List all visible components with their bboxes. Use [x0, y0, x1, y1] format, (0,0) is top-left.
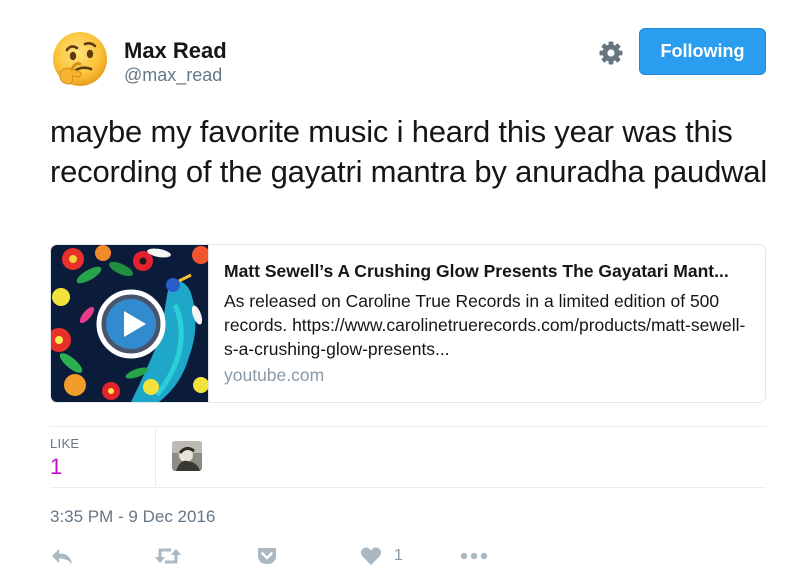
avatar[interactable] — [50, 29, 110, 89]
card-thumbnail[interactable] — [51, 245, 209, 402]
card-title[interactable]: Matt Sewell’s A Crushing Glow Presents T… — [224, 261, 754, 282]
card-domain: youtube.com — [224, 365, 325, 385]
user-handle[interactable]: @max_read — [124, 65, 222, 86]
reply-button[interactable] — [50, 543, 74, 569]
likes-count[interactable]: 1 — [50, 454, 62, 480]
liker-avatar[interactable] — [172, 441, 202, 471]
tweet-text: maybe my favorite music i heard this yea… — [50, 114, 768, 189]
pocket-icon — [256, 546, 278, 566]
retweet-button[interactable] — [154, 543, 182, 569]
following-button[interactable]: Following — [639, 28, 766, 75]
display-name[interactable]: Max Read — [124, 38, 227, 64]
gear-icon[interactable] — [598, 40, 624, 66]
more-icon — [460, 551, 488, 561]
divider — [50, 426, 766, 427]
link-card[interactable]: Matt Sewell’s A Crushing Glow Presents T… — [50, 244, 766, 403]
reply-icon — [50, 546, 74, 566]
play-button-icon[interactable] — [96, 289, 166, 359]
save-button[interactable] — [256, 543, 278, 569]
retweet-icon — [154, 546, 182, 566]
heart-icon — [360, 546, 382, 566]
like-count: 1 — [394, 547, 403, 564]
tweet-timestamp[interactable]: 3:35 PM - 9 Dec 2016 — [50, 507, 215, 527]
card-description: As released on Caroline True Records in … — [224, 291, 746, 359]
more-button[interactable] — [460, 543, 488, 569]
like-button[interactable]: 1 — [360, 543, 403, 569]
likes-label[interactable]: LIKE — [50, 436, 79, 451]
divider — [155, 428, 156, 486]
thinking-face-emoji-icon — [53, 32, 107, 86]
divider — [50, 487, 766, 488]
